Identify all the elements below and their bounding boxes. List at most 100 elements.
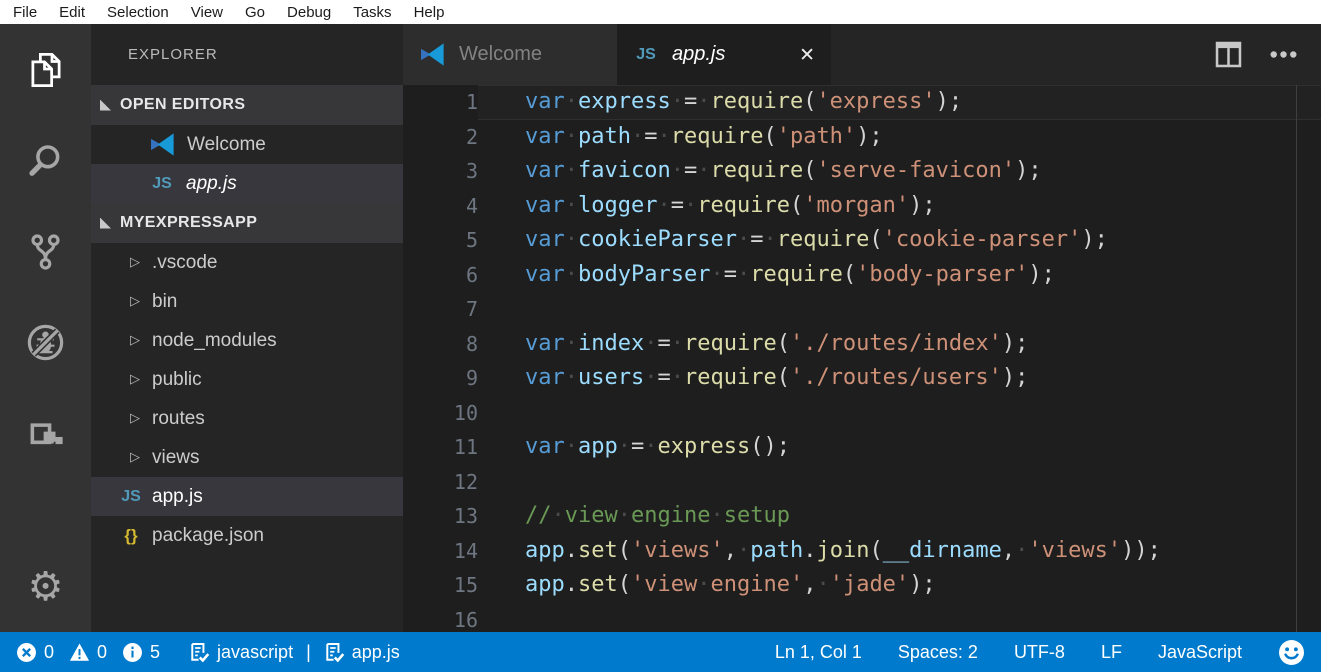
close-icon[interactable]: ✕ bbox=[799, 44, 815, 66]
vscode-window: FileEditSelectionViewGoDebugTasksHelp bbox=[0, 0, 1321, 672]
code-line-13: 13 //·view·engine·setup bbox=[403, 499, 1321, 534]
sidebar-explorer: EXPLORER OPEN EDITORS Welcome JS app.js M… bbox=[91, 24, 403, 632]
smiley-icon[interactable] bbox=[1278, 639, 1305, 666]
menu-item-tasks[interactable]: Tasks bbox=[342, 0, 402, 24]
menu-item-edit[interactable]: Edit bbox=[48, 0, 96, 24]
line-number[interactable]: 12 bbox=[403, 465, 478, 500]
section-expanded-icon bbox=[100, 218, 111, 229]
status-bar: 0 0 5 javascript | app. bbox=[0, 632, 1321, 672]
menu-item-selection[interactable]: Selection bbox=[96, 0, 180, 24]
folder-label: views bbox=[152, 447, 200, 469]
menu-item-file[interactable]: File bbox=[2, 0, 48, 24]
more-actions-icon[interactable] bbox=[1268, 41, 1299, 68]
section-myexpressapp: MYEXPRESSAPP ▷ .vscode ▷ bin ▷ node_modu… bbox=[91, 203, 403, 555]
code-line-15: 15 app.set('view·engine',·'jade'); bbox=[403, 568, 1321, 603]
linter-status-javascript[interactable]: javascript bbox=[189, 642, 293, 663]
tree-folder-bin[interactable]: ▷ bin bbox=[91, 282, 403, 321]
activity-item-explorer[interactable] bbox=[0, 24, 91, 115]
activity-item-search[interactable] bbox=[0, 115, 91, 206]
warning-icon bbox=[69, 642, 90, 663]
menu-item-view[interactable]: View bbox=[180, 0, 234, 24]
line-number[interactable]: 16 bbox=[403, 603, 478, 633]
extensions-icon bbox=[27, 415, 65, 453]
code-line-11: 11 var·app·=·express(); bbox=[403, 430, 1321, 465]
indentation[interactable]: Spaces: 2 bbox=[898, 642, 978, 663]
checklist-icon bbox=[189, 642, 210, 663]
activity-bar: ⚙ bbox=[0, 24, 91, 632]
tree-folder-vscode[interactable]: ▷ .vscode bbox=[91, 243, 403, 282]
line-content bbox=[478, 396, 1321, 431]
tab-label: app.js bbox=[672, 43, 725, 66]
code-line-9: 9 var·users·=·require('./routes/users'); bbox=[403, 361, 1321, 396]
open-editor-welcome[interactable]: Welcome bbox=[91, 125, 403, 164]
sidebar-title: EXPLORER bbox=[91, 24, 403, 85]
editor-group: Welcome JSapp.js ✕ 1 var·express·=·requi… bbox=[403, 24, 1321, 632]
line-content: var·logger·=·require('morgan'); bbox=[478, 189, 1321, 224]
tree-folder-public[interactable]: ▷ public bbox=[91, 360, 403, 399]
editor-actions bbox=[1215, 24, 1321, 85]
line-content bbox=[478, 292, 1321, 327]
line-number[interactable]: 14 bbox=[403, 534, 478, 569]
line-number[interactable]: 11 bbox=[403, 430, 478, 465]
search-icon bbox=[27, 142, 65, 180]
line-number[interactable]: 8 bbox=[403, 327, 478, 362]
line-content: app.set('view·engine',·'jade'); bbox=[478, 568, 1321, 603]
tree-folder-routes[interactable]: ▷ routes bbox=[91, 399, 403, 438]
line-number[interactable]: 2 bbox=[403, 120, 478, 155]
line-content bbox=[478, 603, 1321, 633]
folder-label: bin bbox=[152, 291, 177, 313]
menu-item-help[interactable]: Help bbox=[403, 0, 456, 24]
tree-file-app-js[interactable]: JSapp.js bbox=[91, 477, 403, 516]
section-header-open-editors[interactable]: OPEN EDITORS bbox=[91, 85, 403, 125]
language-mode[interactable]: JavaScript bbox=[1158, 642, 1242, 663]
section-header-myexpressapp[interactable]: MYEXPRESSAPP bbox=[91, 203, 403, 243]
split-editor-icon[interactable] bbox=[1215, 41, 1242, 68]
linter-status-appjs[interactable]: app.js bbox=[324, 642, 400, 663]
menu-item-debug[interactable]: Debug bbox=[276, 0, 342, 24]
line-content bbox=[478, 465, 1321, 500]
problems-infos[interactable]: 5 bbox=[122, 642, 160, 663]
problems-errors[interactable]: 0 bbox=[16, 642, 54, 663]
line-content: app.set('views',·path.join(__dirname,·'v… bbox=[478, 534, 1321, 569]
linter-separator: | bbox=[306, 642, 311, 663]
menu-item-go[interactable]: Go bbox=[234, 0, 276, 24]
code-editor[interactable]: 1 var·express·=·require('express'); 2 va… bbox=[403, 85, 1321, 632]
code-line-4: 4 var·logger·=·require('morgan'); bbox=[403, 189, 1321, 224]
line-number[interactable]: 1 bbox=[403, 85, 478, 120]
line-number[interactable]: 15 bbox=[403, 568, 478, 603]
line-number[interactable]: 6 bbox=[403, 258, 478, 293]
line-number[interactable]: 5 bbox=[403, 223, 478, 258]
folder-collapsed-icon: ▷ bbox=[127, 372, 143, 387]
folder-collapsed-icon: ▷ bbox=[127, 294, 143, 309]
activity-item-extensions[interactable] bbox=[0, 388, 91, 479]
activity-item-settings-gear[interactable]: ⚙ bbox=[0, 541, 91, 632]
tree-folder-views[interactable]: ▷ views bbox=[91, 438, 403, 477]
activity-item-source-control[interactable] bbox=[0, 206, 91, 297]
open-editor-label: app.js bbox=[186, 173, 237, 195]
code-line-10: 10 bbox=[403, 396, 1321, 431]
activity-item-debug-disabled[interactable] bbox=[0, 297, 91, 388]
cursor-position[interactable]: Ln 1, Col 1 bbox=[775, 642, 862, 663]
line-number[interactable]: 3 bbox=[403, 154, 478, 189]
eol-selector[interactable]: LF bbox=[1101, 642, 1122, 663]
tab-welcome[interactable]: Welcome bbox=[403, 24, 617, 85]
encoding[interactable]: UTF-8 bbox=[1014, 642, 1065, 663]
tree-folder-node-modules[interactable]: ▷ node_modules bbox=[91, 321, 403, 360]
folder-collapsed-icon: ▷ bbox=[127, 450, 143, 465]
open-editor-app-js[interactable]: JS app.js bbox=[91, 164, 403, 203]
open-editor-label: Welcome bbox=[187, 134, 266, 156]
line-content: var·express·=·require('express'); bbox=[478, 85, 1321, 120]
code-line-6: 6 var·bodyParser·=·require('body-parser'… bbox=[403, 258, 1321, 293]
code-line-3: 3 var·favicon·=·require('serve-favicon')… bbox=[403, 154, 1321, 189]
menu-bar: FileEditSelectionViewGoDebugTasksHelp bbox=[0, 0, 1321, 24]
line-number[interactable]: 9 bbox=[403, 361, 478, 396]
line-number[interactable]: 7 bbox=[403, 292, 478, 327]
tab-app-js[interactable]: JSapp.js ✕ bbox=[617, 24, 831, 85]
line-number[interactable]: 10 bbox=[403, 396, 478, 431]
problems-warnings[interactable]: 0 bbox=[69, 642, 107, 663]
line-content: var·bodyParser·=·require('body-parser'); bbox=[478, 258, 1321, 293]
tree-file-package-json[interactable]: {}package.json bbox=[91, 516, 403, 555]
line-number[interactable]: 13 bbox=[403, 499, 478, 534]
line-number[interactable]: 4 bbox=[403, 189, 478, 224]
js-file-icon: JS bbox=[149, 175, 175, 193]
